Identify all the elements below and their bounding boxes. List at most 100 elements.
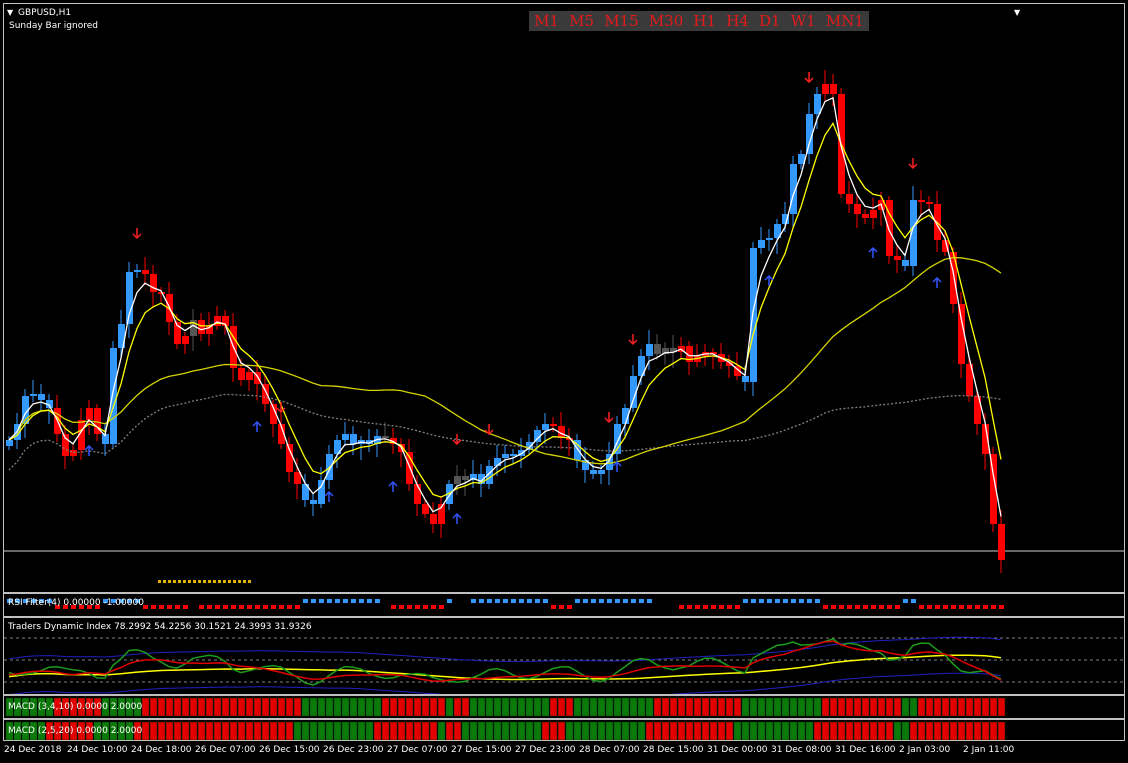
marker-dot: [218, 580, 221, 583]
macd-block: [181, 697, 190, 717]
main-chart-pane[interactable]: ▼ GBPUSD,H1 Sunday Bar ignored ▼: [3, 3, 1125, 593]
rsi-dot: [591, 599, 596, 603]
macd-block: [773, 697, 782, 717]
candle-body: [86, 408, 93, 420]
tf-d1[interactable]: D1: [759, 11, 781, 31]
marker-dot: [193, 580, 196, 583]
macd-block: [269, 721, 278, 740]
candle-body: [30, 394, 37, 396]
tf-m15[interactable]: M15: [604, 11, 638, 31]
rsi-dot: [911, 599, 916, 603]
candle-body: [926, 202, 933, 204]
macd-block: [781, 697, 790, 717]
rsi-dot: [959, 605, 964, 609]
candle-body: [814, 94, 821, 114]
candle-body: [62, 434, 69, 456]
macd-block: [485, 697, 494, 717]
rsi-dot: [751, 599, 756, 603]
scroll-shift-icon[interactable]: ▼: [1014, 8, 1020, 18]
rsi-dot: [799, 599, 804, 603]
macd1-chart: [5, 697, 1006, 717]
candle-body: [310, 500, 317, 504]
tf-m1[interactable]: M1: [534, 11, 559, 31]
macd-block: [717, 697, 726, 717]
rsi-dot: [311, 599, 316, 603]
rsi-dot: [239, 605, 244, 609]
time-axis: 24 Dec 2018 24 Dec 10:00 24 Dec 18:00 26…: [0, 741, 1128, 763]
macd-block: [533, 721, 542, 740]
macd-block: [925, 721, 934, 740]
macd-block: [165, 721, 174, 740]
macd-block: [765, 721, 774, 740]
rsi-dot: [927, 605, 932, 609]
macd-block: [541, 697, 550, 717]
tf-m5[interactable]: M5: [569, 11, 594, 31]
candle-body: [918, 200, 925, 202]
macd-block: [205, 697, 214, 717]
macd-block: [997, 697, 1006, 717]
macd-block: [845, 721, 854, 740]
macd-block: [893, 721, 902, 740]
rsi-dot: [279, 605, 284, 609]
tf-mn1[interactable]: MN1: [826, 11, 864, 31]
macd-block: [189, 721, 198, 740]
macd-block: [525, 697, 534, 717]
macd-block: [373, 697, 382, 717]
collapse-icon[interactable]: ▼: [7, 8, 13, 18]
macd2-pane[interactable]: MACD (2,5,20) 0.0000 2.0000: [3, 719, 1125, 741]
rsi-filter-pane[interactable]: RSI Filter(4) 0.00000 -1.00000: [3, 593, 1125, 617]
macd-block: [381, 697, 390, 717]
macd-block: [893, 697, 902, 717]
macd-block: [709, 697, 718, 717]
macd-block: [917, 697, 926, 717]
macd-block: [173, 697, 182, 717]
rsi-dot: [879, 605, 884, 609]
rsi-dot: [935, 605, 940, 609]
tf-h1[interactable]: H1: [693, 11, 716, 31]
macd-block: [229, 697, 238, 717]
rsi-dot: [703, 605, 708, 609]
rsi-dot: [623, 599, 628, 603]
symbol-label: GBPUSD,H1: [18, 8, 72, 18]
macd-block: [661, 721, 670, 740]
tdi-pane[interactable]: Traders Dynamic Index 78.2992 54.2256 30…: [3, 617, 1125, 695]
time-tick: 31 Dec 16:00: [835, 745, 896, 755]
macd-block: [493, 697, 502, 717]
macd-block: [253, 721, 262, 740]
sell-arrow-icon: [132, 228, 142, 240]
macd-block: [277, 721, 286, 740]
candle-body: [846, 194, 853, 204]
time-tick: 26 Dec 23:00: [323, 745, 384, 755]
macd-block: [557, 697, 566, 717]
rsi-dot: [215, 605, 220, 609]
macd-block: [237, 697, 246, 717]
macd-block: [693, 721, 702, 740]
macd1-pane[interactable]: MACD (3,4,10) 0.0000 2.0000: [3, 695, 1125, 719]
macd-block: [805, 697, 814, 717]
macd-block: [757, 697, 766, 717]
tf-m30[interactable]: M30: [649, 11, 683, 31]
candle-body: [590, 470, 597, 474]
macd-block: [581, 697, 590, 717]
ma-slow: [8, 122, 1002, 498]
macd-block: [869, 697, 878, 717]
macd-block: [549, 721, 558, 740]
macd-block: [189, 697, 198, 717]
macd-block: [821, 697, 830, 717]
macd-block: [829, 697, 838, 717]
candle-body: [654, 344, 661, 354]
rsi-dot: [943, 605, 948, 609]
macd-block: [461, 721, 470, 740]
macd-block: [197, 697, 206, 717]
macd-block: [773, 721, 782, 740]
candle-body: [198, 320, 205, 334]
rsi-dot: [919, 605, 924, 609]
macd-block: [565, 697, 574, 717]
tf-w1[interactable]: W1: [791, 11, 816, 31]
price-chart[interactable]: [4, 4, 1125, 593]
macd-block: [453, 697, 462, 717]
marker-dot: [233, 580, 236, 583]
tf-h4[interactable]: H4: [726, 11, 749, 31]
macd-block: [837, 697, 846, 717]
macd-block: [909, 697, 918, 717]
